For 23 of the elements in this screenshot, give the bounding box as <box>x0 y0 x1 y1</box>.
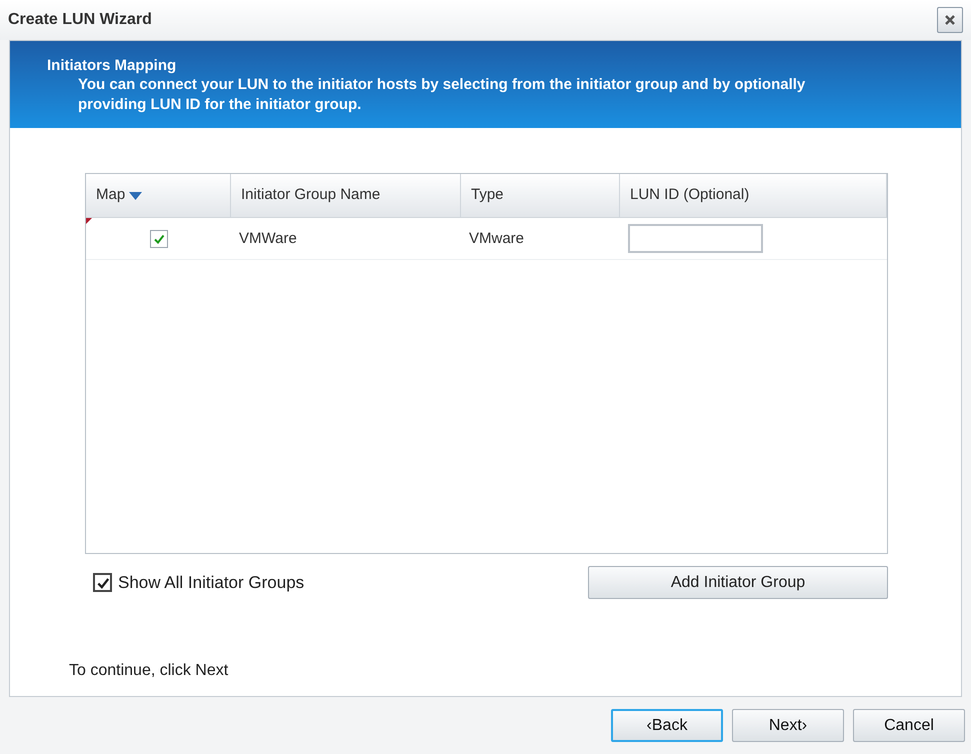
table-cell: VMware <box>469 230 524 246</box>
add-group-button[interactable]: Add Initiator Group <box>588 566 888 599</box>
column-header[interactable]: Type <box>461 174 620 217</box>
check-icon <box>152 232 164 244</box>
window-title: Create LUN Wizard <box>8 10 152 30</box>
column-header[interactable]: LUN ID (Optional) <box>620 174 887 217</box>
column-header[interactable]: Map <box>86 174 231 217</box>
column-header[interactable]: Initiator Group Name <box>231 174 461 217</box>
table-cell: VMWare <box>239 230 297 246</box>
footer-button[interactable]: Next› <box>732 709 844 742</box>
step-description: You can connect your LUN to the initiator hosts by selecting from the initiator group and by optionally providing LUN ID for the initiator group. <box>77 75 806 115</box>
show-all-checkbox[interactable] <box>93 573 112 592</box>
close-button[interactable] <box>937 7 963 33</box>
step-title: Initiators Mapping <box>47 57 178 75</box>
footer-button[interactable]: Cancel <box>853 709 965 742</box>
map-checkbox[interactable] <box>150 230 168 248</box>
show-all-label: Show All Initiator Groups <box>118 572 304 594</box>
check-icon <box>96 576 110 590</box>
hint-text: To continue, click Next <box>69 661 228 681</box>
close-icon <box>944 14 956 26</box>
lun-id-field[interactable] <box>628 224 763 253</box>
footer-button[interactable]: ‹Back <box>611 709 723 742</box>
table-row[interactable]: VMWare VMware <box>86 218 887 260</box>
